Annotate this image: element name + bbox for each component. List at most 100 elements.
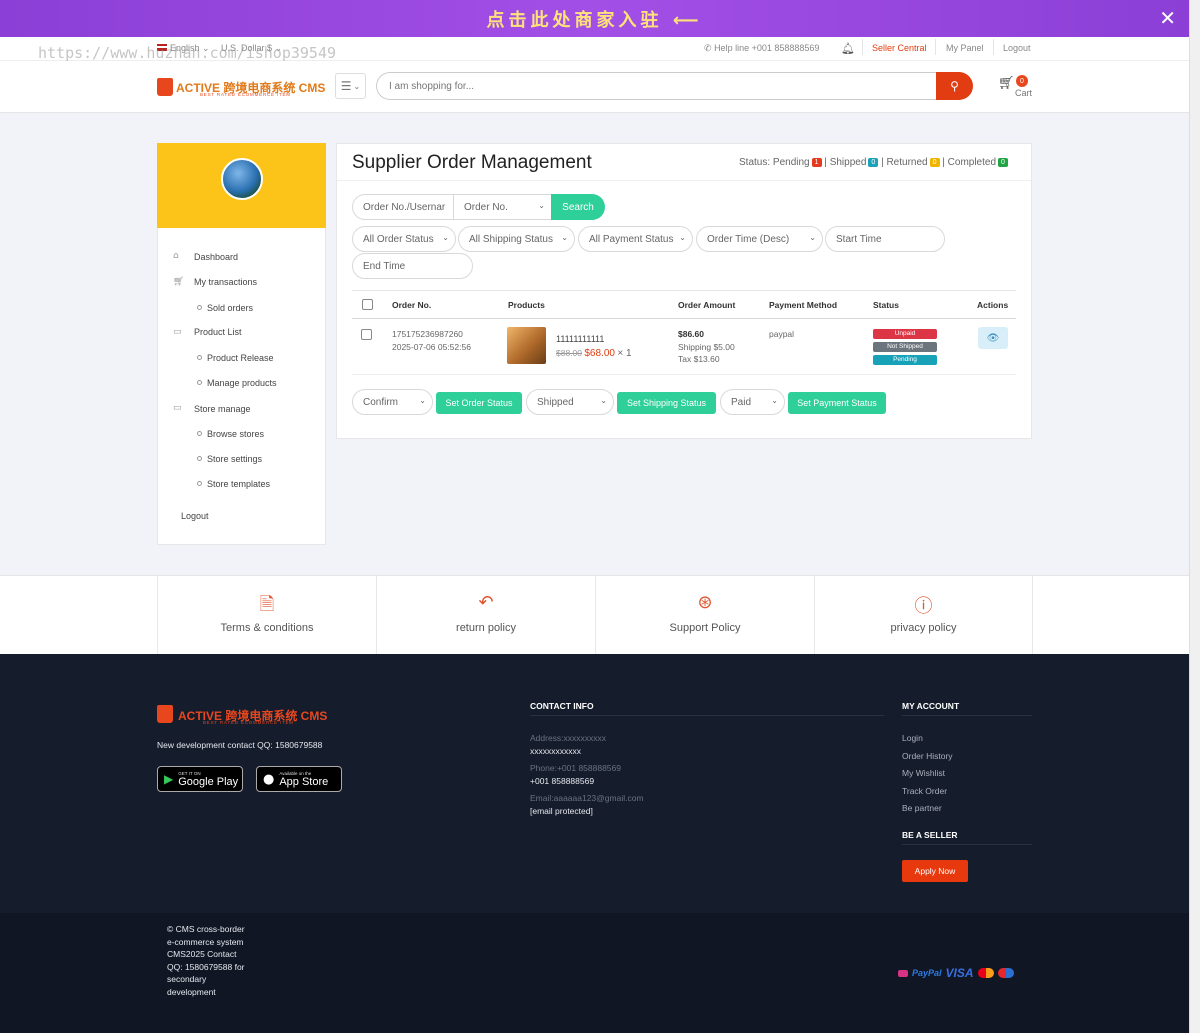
bulk-payment-status-select[interactable]: Paid ⌄: [720, 389, 785, 415]
order-status-select[interactable]: All Order Status ⌄: [352, 226, 456, 252]
policy-label: Support Policy: [669, 622, 741, 634]
app-store-button[interactable]: ● Available on the App Store: [256, 766, 342, 792]
order-keyword-input[interactable]: Order No./Usernar: [352, 194, 454, 220]
search-orders-button[interactable]: Search: [551, 194, 605, 220]
policy-privacy[interactable]: ⓘ privacy policy: [814, 576, 1033, 654]
policy-terms[interactable]: 🗎︎ Terms & conditions: [157, 576, 376, 654]
status-shipped-label[interactable]: Shipped: [830, 157, 867, 168]
avatar[interactable]: [221, 158, 263, 200]
cart-icon[interactable]: 🛒︎: [998, 76, 1015, 91]
status-pending-label[interactable]: Pending: [773, 157, 810, 168]
search-button[interactable]: ⚲: [936, 72, 973, 100]
logo-tagline: BEST RATED ECOMMERCE ITEM: [200, 92, 291, 97]
divider: [993, 39, 994, 55]
my-panel-link[interactable]: My Panel: [946, 43, 984, 53]
google-play-button[interactable]: ▶ GET IT ON Google Play: [157, 766, 243, 792]
email-value[interactable]: [email protected]: [530, 806, 593, 816]
be-seller-title: BE A SELLER: [902, 830, 958, 840]
divider: [862, 39, 863, 55]
policy-label: Terms & conditions: [220, 622, 314, 634]
sidebar-item-logout[interactable]: Logout: [181, 511, 209, 521]
status-returned-label[interactable]: Returned: [886, 157, 927, 168]
product-name[interactable]: 11111111111: [556, 334, 604, 344]
sidebar-item-product-list[interactable]: Product List: [194, 327, 242, 337]
bell-icon[interactable]: 🔔︎: [841, 42, 855, 55]
address-value: xxxxxxxxxxxx: [530, 746, 581, 756]
footer-link-login[interactable]: Login: [902, 733, 923, 743]
view-order-button[interactable]: 👁︎: [978, 327, 1008, 349]
sidebar-item-store-templates[interactable]: Store templates: [207, 479, 270, 489]
footer-contact-qq: New development contact QQ: 1580679588: [157, 740, 323, 750]
scrollbar[interactable]: [1189, 0, 1200, 1033]
bulk-shipping-status-select[interactable]: Shipped ⌄: [526, 389, 614, 415]
banner-text[interactable]: 点击此处商家入驻 ⟵: [486, 6, 702, 32]
footer-link-wishlist[interactable]: My Wishlist: [902, 768, 945, 778]
order-time-sort-select[interactable]: Order Time (Desc) ⌄: [696, 226, 823, 252]
sidebar-item-browse-stores[interactable]: Browse stores: [207, 429, 264, 439]
sidebar-item-store-manage[interactable]: Store manage: [194, 404, 251, 414]
status-completed-label[interactable]: Completed: [948, 157, 996, 168]
search-input[interactable]: I am shopping for...: [376, 72, 938, 100]
close-icon[interactable]: ✕: [1159, 6, 1176, 30]
order-number[interactable]: 175175236987260: [392, 329, 463, 339]
address-label: Address:xxxxxxxxxx: [530, 733, 607, 743]
sidebar-item-transactions[interactable]: My transactions: [194, 277, 257, 287]
cart-label[interactable]: Cart: [1015, 88, 1032, 98]
status-badge: 0: [929, 157, 940, 167]
copyright-text: © CMS cross-border e-commerce system CMS…: [167, 924, 245, 997]
logo-bag-icon[interactable]: [157, 78, 173, 96]
sidebar-item-manage-products[interactable]: Manage products: [207, 378, 277, 388]
search-type-select[interactable]: Order No. ⌄: [453, 194, 552, 220]
contact-info-title: CONTACT INFO: [530, 701, 594, 711]
sidebar-item-sold-orders[interactable]: Sold orders: [207, 303, 253, 313]
shipping-fee: Shipping $5.00: [678, 342, 735, 352]
column-header-products: Products: [508, 300, 545, 310]
policy-support[interactable]: ⊛ Support Policy: [595, 576, 814, 654]
select-all-checkbox[interactable]: [362, 299, 373, 310]
footer-link-track-order[interactable]: Track Order: [902, 786, 947, 796]
product-sale-price: $68.00: [584, 348, 615, 359]
payment-status-select[interactable]: All Payment Status ⌄: [578, 226, 693, 252]
start-time-input[interactable]: Start Time: [825, 226, 945, 252]
set-shipping-status-button[interactable]: Set Shipping Status: [617, 392, 716, 414]
sidebar-item-dashboard[interactable]: Dashboard: [194, 252, 238, 262]
promo-banner[interactable]: 点击此处商家入驻 ⟵: [0, 0, 1189, 37]
footer-link-be-partner[interactable]: Be partner: [902, 803, 942, 813]
cart-count-badge: 0: [1016, 75, 1028, 87]
row-checkbox[interactable]: [361, 329, 372, 340]
cart-icon: 🛒︎: [173, 277, 185, 287]
chevron-down-icon: ⌄: [600, 396, 607, 405]
sidebar-item-product-release[interactable]: Product Release: [207, 353, 274, 363]
sidebar-item-store-settings[interactable]: Store settings: [207, 454, 262, 464]
return-arrow-icon: ↶: [478, 592, 494, 613]
alert-circle-icon: ⓘ: [914, 596, 933, 617]
column-header-order-amount: Order Amount: [678, 300, 736, 310]
shipping-status-select[interactable]: All Shipping Status ⌄: [458, 226, 575, 252]
end-time-input[interactable]: End Time: [352, 253, 473, 279]
apply-now-button[interactable]: Apply Now: [902, 860, 968, 882]
logo-bag-icon[interactable]: [157, 705, 173, 723]
product-thumbnail[interactable]: [507, 327, 546, 364]
category-menu-button[interactable]: ☰ ⌄: [335, 73, 366, 99]
column-header-status: Status: [873, 300, 899, 310]
set-payment-status-button[interactable]: Set Payment Status: [788, 392, 886, 414]
product-old-price: $88.00: [556, 348, 582, 358]
mastercard-icon: [977, 968, 994, 978]
bulk-order-status-select[interactable]: Confirm ⌄: [352, 389, 433, 415]
policy-return[interactable]: ↶ return policy: [376, 576, 595, 654]
product-price: $88.00 $68.00 × 1: [556, 348, 632, 359]
seller-central-link[interactable]: Seller Central: [872, 43, 927, 53]
folder-icon: ▭: [173, 327, 182, 337]
footer-logo-tagline: BEST RATED ECOMMERCE ITEM: [203, 720, 294, 725]
divider: [530, 715, 884, 716]
email-label: Email:aaaaaa123@gmail.com: [530, 793, 644, 803]
home-icon: ⌂: [173, 251, 179, 261]
order-amount: $86.60: [678, 329, 704, 339]
apple-icon: ●: [263, 771, 275, 787]
logout-link[interactable]: Logout: [1003, 43, 1031, 53]
set-order-status-button[interactable]: Set Order Status: [436, 392, 522, 414]
status-prefix: Status:: [739, 157, 771, 168]
helpline: ✆ Help line +001 858888569: [704, 43, 819, 54]
card-icon: [898, 969, 908, 977]
footer-link-order-history[interactable]: Order History: [902, 751, 953, 761]
